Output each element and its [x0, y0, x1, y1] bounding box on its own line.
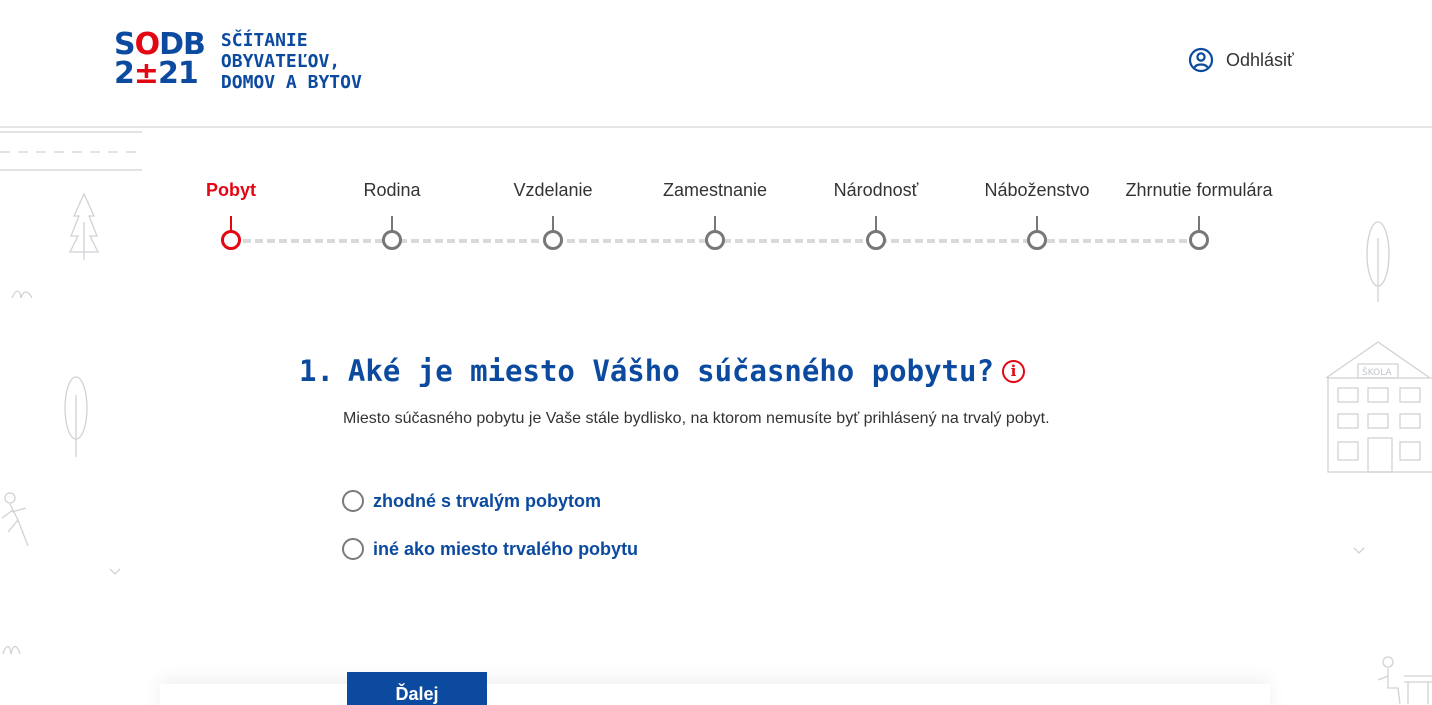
logo-mark: SODB 2±21	[114, 27, 206, 91]
chevron-down-icon	[109, 568, 121, 575]
info-icon[interactable]: i	[1001, 359, 1025, 383]
step-label-narodnost[interactable]: Národnosť	[834, 180, 919, 201]
next-button[interactable]: Ďalej	[347, 672, 487, 705]
chevron-down-icon	[1353, 547, 1365, 554]
radio-button[interactable]	[342, 538, 364, 560]
step-node-zamestnanie[interactable]	[705, 216, 725, 250]
school-sign-label: ŠKOLA	[1362, 366, 1392, 378]
poplar-tree-icon	[64, 376, 88, 457]
step-label-rodina[interactable]: Rodina	[363, 180, 420, 201]
question-heading: 1. Aké je miesto Vášho súčasného pobytu?…	[299, 354, 1025, 388]
leaf-icon	[11, 290, 33, 299]
step-label-zhrnutie[interactable]: Zhrnutie formulára	[1125, 180, 1272, 201]
runner-figure-icon	[1, 492, 29, 547]
step-node-zhrnutie[interactable]	[1189, 216, 1209, 250]
school-building-icon: ŠKOLA	[1325, 341, 1432, 473]
road-decoration	[0, 131, 142, 171]
step-node-vzdelanie[interactable]	[543, 216, 563, 250]
logo-text: SČÍTANIE OBYVATEĽOV, DOMOV A BYTOV	[220, 30, 362, 93]
sodb-logo[interactable]: SODB 2±21 SČÍTANIE OBYVATEĽOV, DOMOV A B…	[114, 27, 362, 94]
grass-icon	[2, 645, 21, 655]
page-header: SODB 2±21 SČÍTANIE OBYVATEĽOV, DOMOV A B…	[0, 0, 1432, 128]
question-help-text: Miesto súčasného pobytu je Vaše stále by…	[343, 410, 1050, 427]
option-label: zhodné s trvalým pobytom	[373, 490, 602, 511]
question-number: 1.	[299, 354, 334, 388]
step-node-nabozenstvo[interactable]	[1027, 216, 1047, 250]
step-node-pobyt[interactable]	[221, 216, 241, 250]
option-other-than-permanent[interactable]: iné ako miesto trvalého pobytu	[342, 538, 638, 560]
option-same-as-permanent[interactable]: zhodné s trvalým pobytom	[342, 490, 601, 512]
option-label: iné ako miesto trvalého pobytu	[373, 538, 639, 559]
user-circle-icon	[1188, 47, 1214, 73]
step-label-zamestnanie[interactable]: Zamestnanie	[663, 180, 767, 201]
tree-icon	[68, 192, 100, 260]
step-node-narodnost[interactable]	[866, 216, 886, 250]
radio-button[interactable]	[342, 490, 364, 512]
step-node-rodina[interactable]	[382, 216, 402, 250]
poplar-tree-icon	[1366, 221, 1390, 302]
bench-figure-icon	[1377, 656, 1432, 705]
logout-label: Odhlásiť	[1226, 49, 1294, 70]
step-label-nabozenstvo[interactable]: Náboženstvo	[984, 180, 1089, 201]
progress-stepper: Pobyt Rodina Vzdelanie Zamestnanie Národ…	[150, 170, 1280, 260]
logout-button[interactable]: Odhlásiť	[1188, 47, 1294, 73]
step-label-pobyt[interactable]: Pobyt	[206, 180, 256, 201]
action-panel	[160, 684, 1270, 705]
step-label-vzdelanie[interactable]: Vzdelanie	[513, 180, 592, 201]
question-text: Aké je miesto Vášho súčasného pobytu?	[347, 354, 994, 388]
